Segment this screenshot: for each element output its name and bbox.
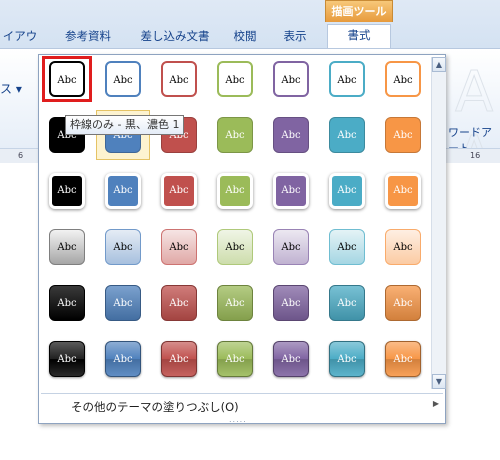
style-swatch: Abc <box>105 61 141 97</box>
tab-references[interactable]: 参考資料 <box>60 26 116 46</box>
shape-style-option[interactable]: Abc <box>322 168 372 214</box>
style-swatch: Abc <box>49 341 85 377</box>
selected-highlight <box>42 56 92 102</box>
tab-mailings[interactable]: 差し込み文書 <box>136 26 214 46</box>
style-swatch: Abc <box>385 229 421 265</box>
shape-style-option[interactable]: Abc <box>378 280 428 326</box>
shape-styles-gallery: Abc Abc Abc Abc Abc Abc Abc Abc Abc Abc Abc Abc Abc A… <box>38 54 446 424</box>
style-swatch: Abc <box>161 285 197 321</box>
shape-style-option[interactable]: Abc <box>154 280 204 326</box>
gallery-scrollbar[interactable]: ▲ ▼ <box>431 57 446 389</box>
style-swatch: Abc <box>329 117 365 153</box>
style-swatch: Abc <box>49 173 85 209</box>
style-swatch: Abc <box>217 341 253 377</box>
style-swatch: Abc <box>273 285 309 321</box>
style-swatch: Abc <box>217 61 253 97</box>
shape-style-option[interactable]: Abc <box>42 280 92 326</box>
tab-view[interactable]: 表示 <box>278 26 312 46</box>
style-swatch: Abc <box>161 229 197 265</box>
style-swatch: Abc <box>329 285 365 321</box>
shape-style-option[interactable]: Abc <box>378 168 428 214</box>
style-swatch: Abc <box>49 229 85 265</box>
style-swatch: Abc <box>161 173 197 209</box>
shape-style-option[interactable]: Abc <box>266 280 316 326</box>
shape-style-option[interactable]: Abc <box>322 112 372 158</box>
style-swatch: Abc <box>105 173 141 209</box>
shape-style-option[interactable]: Abc <box>378 336 428 382</box>
shape-style-option[interactable]: Abc <box>266 224 316 270</box>
shape-style-option[interactable]: Abc <box>266 168 316 214</box>
scroll-down-button[interactable]: ▼ <box>432 374 446 389</box>
shape-style-option[interactable]: Abc <box>266 112 316 158</box>
style-swatch: Abc <box>217 117 253 153</box>
shape-style-option[interactable]: Abc <box>154 336 204 382</box>
style-swatch: Abc <box>329 229 365 265</box>
shape-style-option[interactable]: Abc <box>154 56 204 102</box>
shape-style-option[interactable]: Abc <box>322 56 372 102</box>
shape-style-option[interactable]: Abc <box>378 224 428 270</box>
style-swatch: Abc <box>329 173 365 209</box>
style-swatch: Abc <box>385 61 421 97</box>
style-swatch: Abc <box>329 61 365 97</box>
shape-style-option[interactable]: Abc <box>322 224 372 270</box>
shape-style-option[interactable]: Abc <box>210 168 260 214</box>
shape-style-option[interactable]: Abc <box>98 224 148 270</box>
ribbon-tab-strip: 描画ツール イアウト 参考資料 差し込み文書 校閲 表示 書式 <box>0 0 500 63</box>
style-swatch: Abc <box>161 61 197 97</box>
style-swatch: Abc <box>329 341 365 377</box>
shape-style-option[interactable]: Abc <box>266 56 316 102</box>
submenu-arrow-icon: ▶ <box>432 399 439 408</box>
style-swatch: Abc <box>161 341 197 377</box>
scroll-up-button[interactable]: ▲ <box>432 57 446 72</box>
tab-format[interactable]: 書式 <box>327 24 391 48</box>
style-swatch: Abc <box>273 117 309 153</box>
style-swatch: Abc <box>49 285 85 321</box>
shape-style-option[interactable]: Abc <box>42 224 92 270</box>
shape-style-option[interactable]: Abc <box>210 112 260 158</box>
style-swatch: Abc <box>273 341 309 377</box>
shape-style-option[interactable]: Abc <box>98 56 148 102</box>
shape-style-option[interactable]: Abc <box>210 280 260 326</box>
shape-style-option[interactable]: Abc <box>210 336 260 382</box>
shape-style-option[interactable]: Abc <box>98 168 148 214</box>
style-swatch: Abc <box>105 229 141 265</box>
tab-review[interactable]: 校閲 <box>228 26 262 46</box>
style-swatch: Abc <box>273 173 309 209</box>
shape-style-option[interactable]: Abc <box>42 336 92 382</box>
style-swatch: Abc <box>385 173 421 209</box>
resize-grip-icon[interactable]: ..... <box>229 415 247 424</box>
tab-layout[interactable]: イアウト <box>0 26 40 63</box>
style-swatch: Abc <box>217 285 253 321</box>
drawing-tools-context-header: 描画ツール <box>325 0 393 22</box>
style-swatch: Abc <box>385 285 421 321</box>
shape-style-option[interactable]: Abc <box>378 56 428 102</box>
shape-style-option[interactable]: Abc <box>210 224 260 270</box>
more-theme-fills-label: その他のテーマの塗りつぶし(O) <box>71 400 239 414</box>
shape-style-option[interactable]: Abc <box>378 112 428 158</box>
ruler-mark-right: 16 <box>470 151 481 160</box>
shape-style-option[interactable]: Abc <box>322 336 372 382</box>
shape-style-option[interactable]: Abc <box>210 56 260 102</box>
shape-style-option[interactable]: Abc <box>266 336 316 382</box>
more-theme-fills-menu-item[interactable]: その他のテーマの塗りつぶし(O) ▶ <box>41 393 443 416</box>
style-swatch: Abc <box>217 229 253 265</box>
shape-style-option[interactable]: Abc <box>154 224 204 270</box>
style-swatch: Abc <box>105 341 141 377</box>
shape-style-option[interactable]: Abc <box>322 280 372 326</box>
style-swatch: Abc <box>273 229 309 265</box>
shape-style-option[interactable]: Abc <box>154 168 204 214</box>
style-swatch: Abc <box>385 117 421 153</box>
shape-style-option[interactable]: Abc <box>42 168 92 214</box>
style-swatch: Abc <box>105 285 141 321</box>
ribbon-left-fragment[interactable]: ス ▾ <box>0 80 22 97</box>
ruler-mark-left: 6 <box>18 151 24 160</box>
style-swatch: Abc <box>273 61 309 97</box>
shape-style-option[interactable]: Abc <box>98 336 148 382</box>
style-tooltip: 枠線のみ - 黒、濃色 1 <box>65 115 185 135</box>
shape-style-option[interactable]: Abc <box>42 56 92 102</box>
shape-style-option[interactable]: Abc <box>98 280 148 326</box>
style-swatch: Abc <box>385 341 421 377</box>
style-swatch: Abc <box>217 173 253 209</box>
